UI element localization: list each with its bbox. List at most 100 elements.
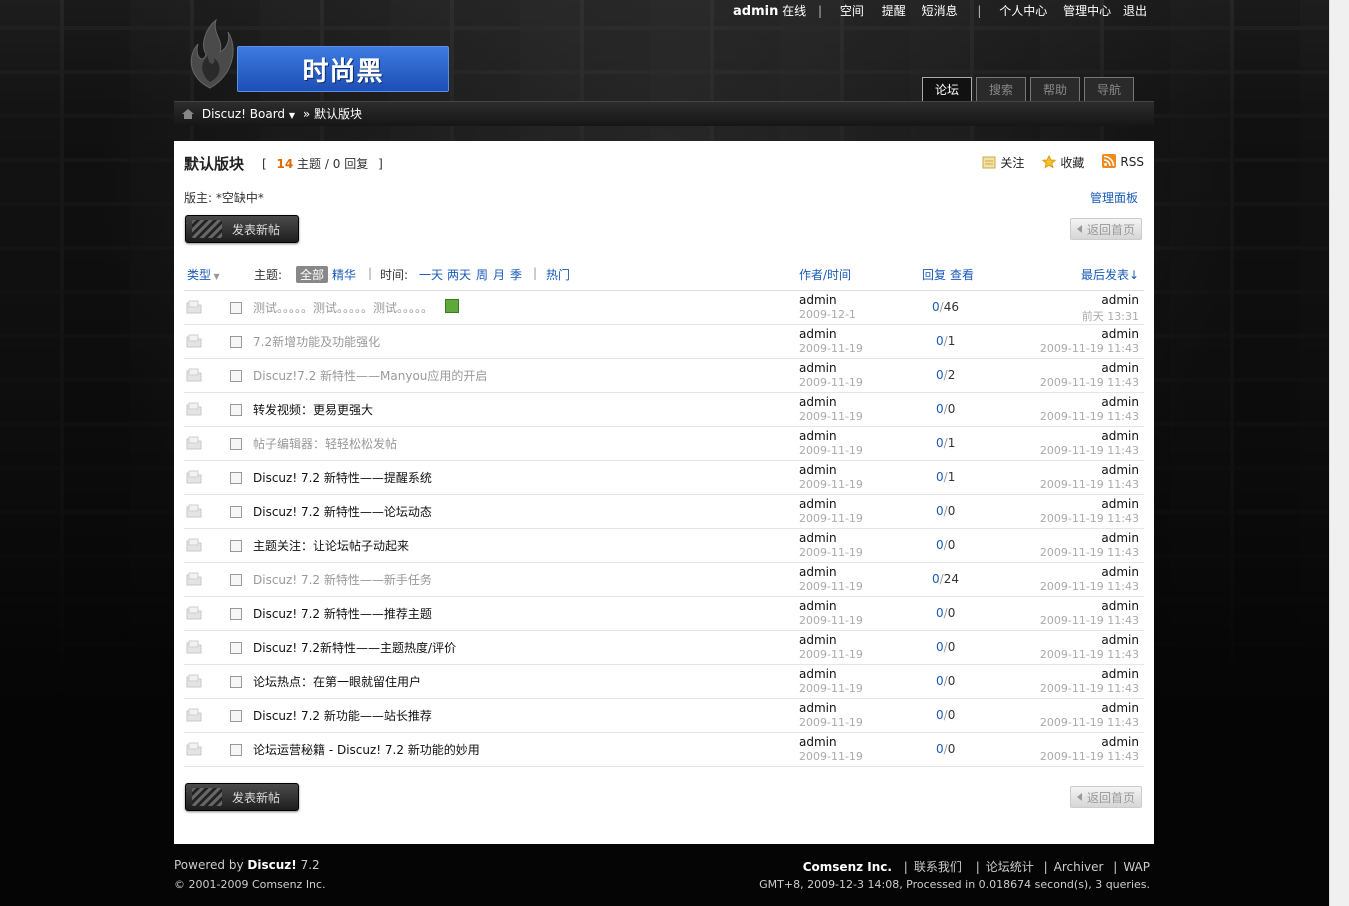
thread-author-link[interactable]: admin (799, 429, 837, 443)
last-post-author-link[interactable]: admin (1101, 327, 1139, 341)
back-home-button[interactable]: 返回首页 (1070, 218, 1142, 240)
thread-checkbox[interactable] (230, 710, 242, 722)
last-post-author-link[interactable]: admin (1101, 633, 1139, 647)
contact-link[interactable]: 联系我们 (914, 860, 962, 874)
last-post-date[interactable]: 2009-11-19 11:43 (1040, 716, 1139, 729)
last-post-date[interactable]: 2009-11-19 11:43 (1040, 750, 1139, 763)
sort-views[interactable]: 查看 (950, 266, 974, 283)
thread-author-link[interactable]: admin (799, 667, 837, 681)
follow-button[interactable]: 关注 (982, 154, 1024, 171)
breadcrumb-board[interactable]: Discuz! Board (202, 107, 285, 121)
thread-author-link[interactable]: admin (799, 701, 837, 715)
thread-subject-link[interactable]: 论坛运营秘籍 - Discuz! 7.2 新功能的妙用 (253, 741, 480, 758)
thread-checkbox[interactable] (230, 676, 242, 688)
filter-two-days[interactable]: 两天 (447, 266, 471, 283)
last-post-date[interactable]: 2009-11-19 11:43 (1040, 648, 1139, 661)
thread-checkbox[interactable] (230, 540, 242, 552)
company-link[interactable]: Comsenz Inc. (803, 860, 892, 874)
thread-checkbox[interactable] (230, 302, 242, 314)
back-home-button-bottom[interactable]: 返回首页 (1070, 786, 1142, 808)
last-post-author-link[interactable]: admin (1101, 497, 1139, 511)
thread-author-link[interactable]: admin (799, 531, 837, 545)
admin-center-link[interactable]: 管理中心 (1063, 4, 1111, 18)
thread-checkbox[interactable] (230, 438, 242, 450)
last-post-date[interactable]: 2009-11-19 11:43 (1040, 444, 1139, 457)
filter-season[interactable]: 季 (510, 266, 522, 283)
thread-checkbox[interactable] (230, 370, 242, 382)
thread-subject-link[interactable]: 转发视频：更易更强大 (253, 401, 373, 418)
discuz-link[interactable]: Discuz! (247, 858, 296, 872)
last-post-author-link[interactable]: admin (1101, 361, 1139, 375)
thread-checkbox[interactable] (230, 506, 242, 518)
thread-checkbox[interactable] (230, 404, 242, 416)
tab-forum[interactable]: 论坛 (922, 77, 973, 102)
remind-link[interactable]: 提醒 (882, 4, 906, 18)
thread-author-link[interactable]: admin (799, 565, 837, 579)
thread-subject-link[interactable]: 7.2新增功能及功能强化 (253, 333, 380, 350)
thread-author-link[interactable]: admin (799, 395, 837, 409)
sort-replies[interactable]: 回复 (922, 266, 946, 283)
tab-help[interactable]: 帮助 (1030, 77, 1081, 102)
space-link[interactable]: 空间 (840, 4, 864, 18)
thread-subject-link[interactable]: Discuz! 7.2 新特性——新手任务 (253, 571, 432, 588)
last-post-author-link[interactable]: admin (1101, 735, 1139, 749)
thread-subject-link[interactable]: Discuz! 7.2 新特性——论坛动态 (253, 503, 432, 520)
last-post-date[interactable]: 2009-11-19 11:43 (1040, 682, 1139, 695)
chevron-down-icon[interactable]: ▼ (289, 111, 295, 120)
thread-author-link[interactable]: admin (799, 361, 837, 375)
last-post-date[interactable]: 2009-11-19 11:43 (1040, 546, 1139, 559)
thread-checkbox[interactable] (230, 608, 242, 620)
filter-week[interactable]: 周 (476, 266, 488, 283)
thread-subject-link[interactable]: Discuz! 7.2 新特性——提醒系统 (253, 469, 432, 486)
last-post-date[interactable]: 2009-11-19 11:43 (1040, 614, 1139, 627)
last-post-author-link[interactable]: admin (1101, 463, 1139, 477)
logout-link[interactable]: 退出 (1123, 4, 1147, 18)
thread-subject-link[interactable]: Discuz! 7.2新特性——主题热度/评价 (253, 639, 456, 656)
site-logo[interactable]: 时尚黑 (237, 46, 449, 92)
thread-checkbox[interactable] (230, 472, 242, 484)
last-post-author-link[interactable]: admin (1101, 599, 1139, 613)
thread-subject-link[interactable]: 测试。。。。。测试。。。。。测试。。。。。 (253, 299, 460, 316)
thread-checkbox[interactable] (230, 642, 242, 654)
last-post-author-link[interactable]: admin (1101, 429, 1139, 443)
thread-author-link[interactable]: admin (799, 633, 837, 647)
last-post-author-link[interactable]: admin (1101, 531, 1139, 545)
last-post-date[interactable]: 2009-11-19 11:43 (1040, 512, 1139, 525)
last-post-date[interactable]: 2009-11-19 11:43 (1040, 478, 1139, 491)
archiver-link[interactable]: Archiver (1054, 860, 1104, 874)
thread-subject-link[interactable]: Discuz! 7.2 新功能——站长推荐 (253, 707, 432, 724)
thread-author-link[interactable]: admin (799, 735, 837, 749)
pm-link[interactable]: 短消息 (922, 4, 958, 18)
type-filter[interactable]: 类型 ▼ (187, 266, 220, 283)
tab-navigation[interactable]: 导航 (1084, 77, 1135, 102)
filter-hot[interactable]: 热门 (546, 266, 570, 283)
last-post-date[interactable]: 前天 13:31 (1082, 308, 1139, 324)
last-post-date[interactable]: 2009-11-19 11:43 (1040, 410, 1139, 423)
last-post-date[interactable]: 2009-11-19 11:43 (1040, 376, 1139, 389)
vertical-scrollbar[interactable] (1329, 0, 1349, 906)
last-post-author-link[interactable]: admin (1101, 293, 1139, 307)
last-post-author-link[interactable]: admin (1101, 667, 1139, 681)
thread-checkbox[interactable] (230, 336, 242, 348)
online-status[interactable]: 在线 (782, 4, 806, 18)
new-post-button-bottom[interactable]: 发表新帖 (185, 783, 299, 811)
thread-checkbox[interactable] (230, 744, 242, 756)
sort-author-time[interactable]: 作者/时间 (799, 266, 851, 283)
thread-author-link[interactable]: admin (799, 599, 837, 613)
filter-digest[interactable]: 精华 (332, 266, 356, 283)
last-post-date[interactable]: 2009-11-19 11:43 (1040, 342, 1139, 355)
favorite-button[interactable]: 收藏 (1042, 154, 1084, 171)
filter-all[interactable]: 全部 (296, 266, 329, 283)
thread-author-link[interactable]: admin (799, 293, 837, 307)
thread-checkbox[interactable] (230, 574, 242, 586)
last-post-author-link[interactable]: admin (1101, 701, 1139, 715)
manage-panel-link[interactable]: 管理面板 (1090, 189, 1138, 206)
home-icon[interactable] (182, 109, 194, 119)
thread-author-link[interactable]: admin (799, 463, 837, 477)
last-post-author-link[interactable]: admin (1101, 565, 1139, 579)
thread-subject-link[interactable]: 论坛热点：在第一眼就留住用户 (253, 673, 421, 690)
last-post-author-link[interactable]: admin (1101, 395, 1139, 409)
tab-search[interactable]: 搜索 (976, 77, 1027, 102)
rss-button[interactable]: RSS (1102, 154, 1144, 171)
last-post-date[interactable]: 2009-11-19 11:43 (1040, 580, 1139, 593)
